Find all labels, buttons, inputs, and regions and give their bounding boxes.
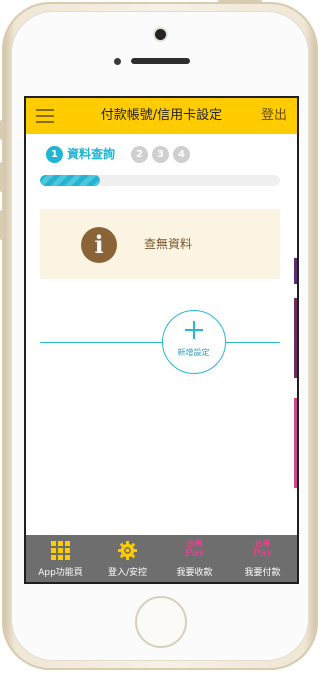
- bottom-tab-bar: App功能頁 登入/安控 台灣 Pay 我要收款 台灣 Pay 我要付款: [26, 535, 297, 582]
- progress-bar: [40, 175, 280, 186]
- proximity-sensor: [114, 58, 121, 65]
- tab-login-security[interactable]: 登入/安控: [94, 535, 161, 582]
- taiwan-pay-icon: 台灣 Pay: [184, 539, 205, 559]
- app-screen: 付款帳號/信用卡設定 登出 1 資料查詢 2 3 4 i 查無資料 新增設定 A…: [26, 98, 297, 582]
- tab-make-payment[interactable]: 台灣 Pay 我要付款: [229, 535, 296, 582]
- taiwan-pay-icon: 台灣 Pay: [252, 539, 273, 559]
- tab-label: 我要收款: [176, 568, 213, 578]
- volume-down-button: [0, 210, 4, 240]
- tab-receive-payment[interactable]: 台灣 Pay 我要收款: [161, 535, 228, 582]
- menu-icon[interactable]: [36, 109, 54, 123]
- divider-left: [40, 342, 162, 343]
- step-label-active: 資料查詢: [67, 147, 116, 161]
- logout-button[interactable]: 登出: [261, 98, 287, 134]
- page-title: 付款帳號/信用卡設定: [100, 108, 223, 123]
- grid-icon: [51, 541, 70, 560]
- header-bar: 付款帳號/信用卡設定 登出: [26, 98, 297, 134]
- add-setting-button[interactable]: 新增設定: [162, 310, 226, 374]
- divider-right: [226, 342, 280, 343]
- add-setting-label: 新增設定: [177, 348, 210, 357]
- step-number-4: 4: [173, 146, 190, 163]
- earpiece-speaker: [131, 58, 190, 64]
- empty-state-message: 查無資料: [144, 237, 193, 251]
- step-number-3: 3: [152, 146, 169, 163]
- side-accent-strip: [294, 258, 297, 284]
- side-accent-strip: [294, 398, 297, 488]
- tab-label: App功能頁: [38, 568, 83, 578]
- step-number-2: 2: [131, 146, 148, 163]
- empty-state-box: i 查無資料: [40, 209, 280, 279]
- step-number-active: 1: [46, 146, 63, 163]
- plus-icon: [185, 321, 203, 339]
- info-icon: i: [81, 227, 117, 263]
- front-camera: [155, 29, 166, 40]
- home-button: [135, 596, 187, 648]
- tab-label: 我要付款: [244, 568, 281, 578]
- gear-icon: [118, 541, 137, 560]
- tab-app-functions[interactable]: App功能頁: [27, 535, 94, 582]
- tab-label: 登入/安控: [107, 568, 148, 578]
- mute-switch: [0, 120, 4, 140]
- volume-up-button: [0, 162, 4, 192]
- progress-fill: [40, 175, 100, 186]
- top-button: [218, 0, 262, 3]
- side-accent-strip: [294, 298, 297, 378]
